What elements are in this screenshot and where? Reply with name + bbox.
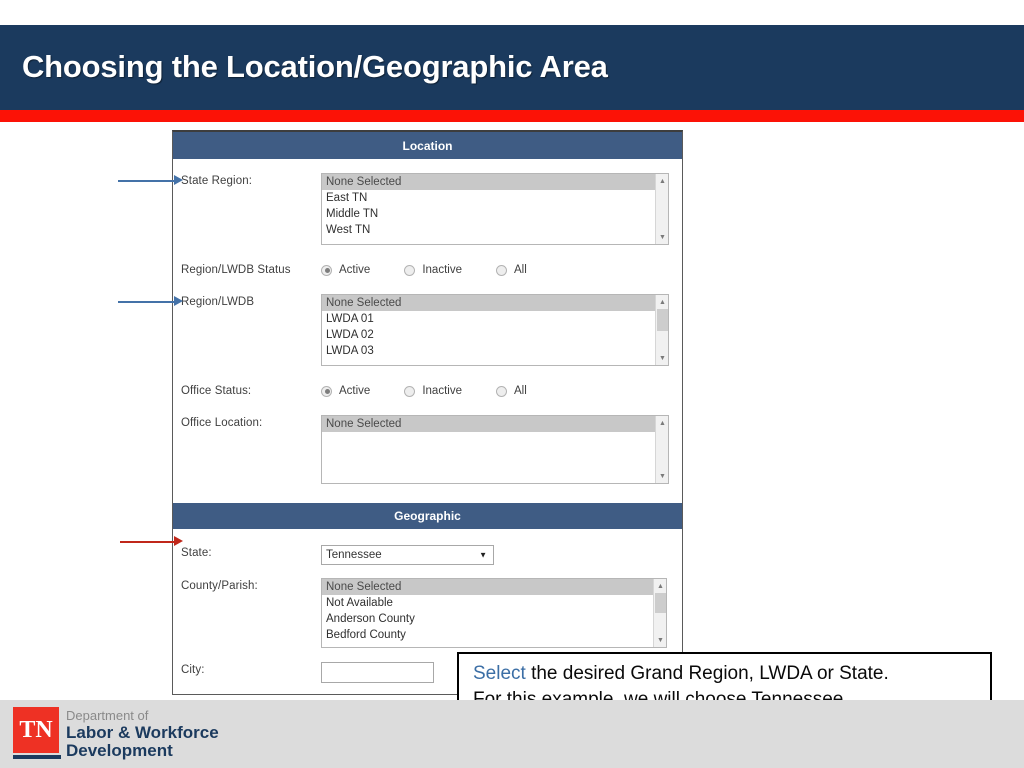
radio-icon[interactable] (495, 385, 507, 397)
state-label: State: (181, 547, 212, 559)
radio-label: All (513, 264, 527, 276)
region-lwdb-status-radiogroup: Active Inactive All (321, 262, 674, 276)
county-parish-scrollbar[interactable]: ▲ ▼ (653, 579, 666, 647)
scroll-down-icon[interactable]: ▼ (656, 470, 669, 482)
radio-label: Active (339, 385, 371, 397)
logo-underline (13, 755, 61, 759)
zip-code-label: Zip Code: (181, 694, 321, 695)
office-location-label: Office Location: (181, 417, 263, 429)
state-region-options: None Selected East TN Middle TN West TN (322, 174, 655, 244)
state-region-row: State Region: None Selected East TN Midd… (173, 173, 682, 245)
location-section-header: Location (173, 132, 682, 159)
radio-option-inactive[interactable]: Inactive (404, 264, 462, 276)
office-location-listbox[interactable]: None Selected ▲ ▼ (321, 415, 669, 484)
region-lwdb-listbox[interactable]: None Selected LWDA 01 LWDA 02 LWDA 03 ▲ … (321, 294, 669, 366)
scroll-down-icon[interactable]: ▼ (654, 634, 667, 646)
state-region-label: State Region: (181, 175, 252, 187)
scroll-down-icon[interactable]: ▼ (656, 231, 669, 243)
radio-icon[interactable] (321, 264, 332, 276)
state-select-value: Tennessee (326, 549, 382, 561)
radio-label: Inactive (422, 264, 462, 276)
county-parish-listbox[interactable]: None Selected Not Available Anderson Cou… (321, 578, 667, 648)
list-item[interactable]: None Selected (322, 295, 655, 311)
title-accent-stripe (0, 110, 1024, 122)
callout-highlight: Select (473, 663, 526, 684)
region-lwdb-status-row: Region/LWDB Status Active Inactive All (173, 262, 682, 276)
annotation-arrow-state (120, 541, 176, 543)
callout-line-1: Select the desired Grand Region, LWDA or… (473, 661, 976, 687)
annotation-arrowhead-region-lwdb (174, 296, 183, 306)
city-label: City: (181, 664, 205, 676)
county-parish-options: None Selected Not Available Anderson Cou… (322, 579, 653, 647)
scroll-down-icon[interactable]: ▼ (656, 352, 669, 364)
annotation-arrowhead-state-region (174, 175, 183, 185)
slide-canvas: Choosing the Location/Geographic Area Lo… (0, 0, 1024, 768)
region-lwdb-scrollbar[interactable]: ▲ ▼ (655, 295, 668, 365)
annotation-arrow-state-region (118, 180, 176, 182)
list-item[interactable]: None Selected (322, 174, 655, 190)
office-status-radiogroup: Active Inactive All (321, 383, 674, 397)
radio-option-active[interactable]: Active (321, 264, 370, 276)
city-input[interactable] (321, 662, 434, 683)
region-lwdb-status-label: Region/LWDB Status (181, 264, 291, 276)
radio-label: Inactive (422, 385, 462, 397)
list-item[interactable]: Anderson County (322, 611, 653, 627)
state-region-listbox[interactable]: None Selected East TN Middle TN West TN … (321, 173, 669, 245)
office-location-row: Office Location: None Selected ▲ ▼ (173, 415, 682, 484)
list-item[interactable]: None Selected (322, 416, 655, 432)
radio-option-all[interactable]: All (495, 385, 527, 397)
list-item[interactable]: West TN (322, 222, 655, 238)
radio-label: Active (339, 264, 371, 276)
county-parish-row: County/Parish: None Selected Not Availab… (173, 578, 682, 648)
radio-option-all[interactable]: All (495, 264, 527, 276)
office-location-options: None Selected (322, 416, 655, 483)
scroll-up-icon[interactable]: ▲ (656, 417, 669, 429)
annotation-arrow-region-lwdb (118, 301, 176, 303)
radio-icon[interactable] (321, 385, 332, 397)
state-select[interactable]: Tennessee ▼ (321, 545, 494, 565)
office-status-label: Office Status: (181, 385, 252, 397)
radio-icon[interactable] (404, 385, 416, 397)
list-item[interactable]: LWDA 03 (322, 343, 655, 359)
office-status-row: Office Status: Active Inactive All (173, 383, 682, 397)
chevron-down-icon[interactable]: ▼ (479, 551, 487, 560)
scroll-up-icon[interactable]: ▲ (656, 296, 669, 308)
scrollbar-thumb[interactable] (655, 593, 666, 613)
annotation-arrowhead-state (174, 536, 183, 546)
logo-department-text: Department of (66, 708, 149, 723)
region-lwdb-label: Region/LWDB (181, 296, 255, 308)
county-parish-label: County/Parish: (181, 580, 258, 592)
zip-code-select[interactable]: None Selected ▼ (321, 694, 413, 695)
tn-logo-mark: TN (13, 707, 59, 753)
logo-line-2: Development (66, 741, 173, 760)
location-geographic-panel: Location State Region: None Selected Eas… (172, 130, 683, 695)
radio-option-active[interactable]: Active (321, 385, 370, 397)
page-title: Choosing the Location/Geographic Area (22, 49, 608, 84)
geographic-section-header: Geographic (173, 502, 682, 529)
scrollbar-thumb[interactable] (657, 309, 668, 331)
scroll-up-icon[interactable]: ▲ (654, 580, 667, 592)
radio-option-inactive[interactable]: Inactive (404, 385, 462, 397)
callout-line-1-rest: the desired Grand Region, LWDA or State. (525, 663, 889, 684)
state-row: State: Tennessee ▼ (173, 545, 682, 565)
list-item[interactable]: LWDA 02 (322, 327, 655, 343)
region-lwdb-options: None Selected LWDA 01 LWDA 02 LWDA 03 (322, 295, 655, 365)
state-region-scrollbar[interactable]: ▲ ▼ (655, 174, 668, 244)
office-location-scrollbar[interactable]: ▲ ▼ (655, 416, 668, 483)
list-item[interactable]: East TN (322, 190, 655, 206)
scroll-up-icon[interactable]: ▲ (656, 175, 669, 187)
list-item[interactable]: Not Available (322, 595, 653, 611)
list-item[interactable]: None Selected (322, 579, 653, 595)
radio-label: All (513, 385, 527, 397)
list-item[interactable]: Middle TN (322, 206, 655, 222)
logo-line-1: Labor & Workforce (66, 723, 219, 742)
list-item[interactable]: Bedford County (322, 627, 653, 643)
location-form-body: State Region: None Selected East TN Midd… (173, 173, 682, 502)
region-lwdb-row: Region/LWDB None Selected LWDA 01 LWDA 0… (173, 294, 682, 366)
radio-icon[interactable] (404, 264, 416, 276)
list-item[interactable]: LWDA 01 (322, 311, 655, 327)
radio-icon[interactable] (495, 264, 507, 276)
